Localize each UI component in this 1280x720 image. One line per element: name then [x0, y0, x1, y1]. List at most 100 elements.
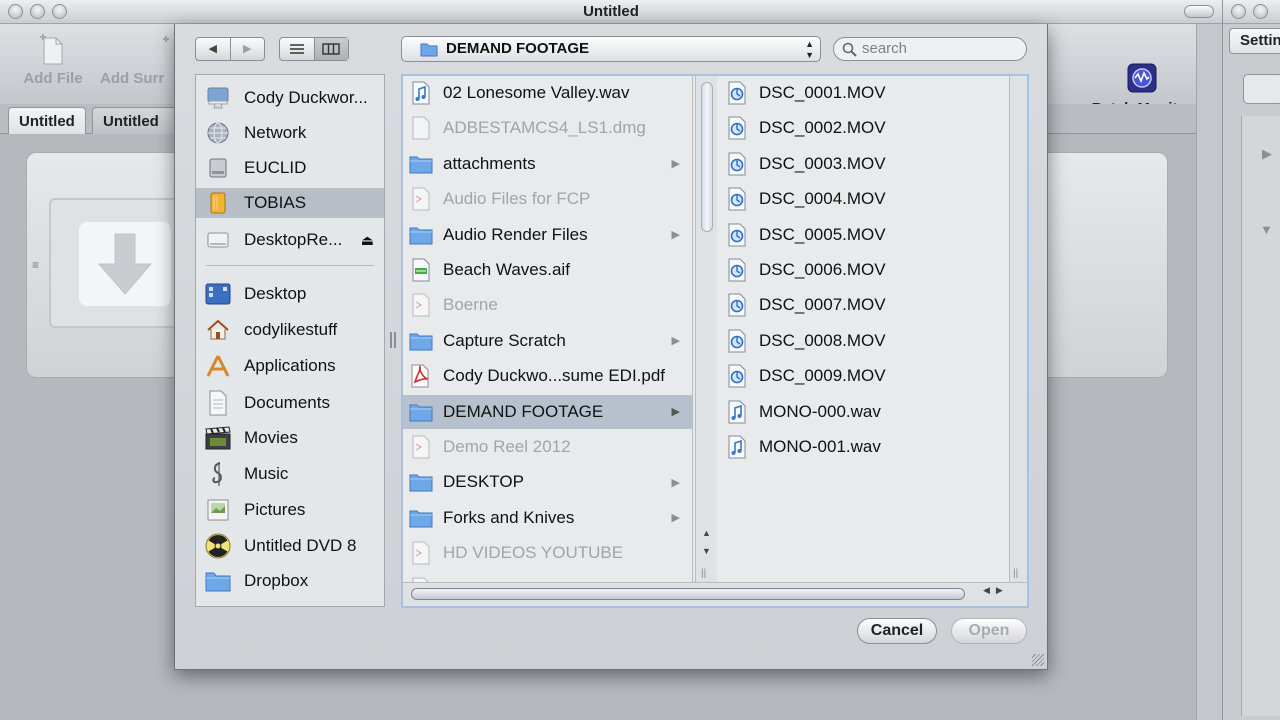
pictures-icon: [204, 497, 232, 523]
file-item[interactable]: DSC_0006.MOV: [719, 253, 1009, 287]
file-item[interactable]: DSC_0001.MOV: [719, 76, 1009, 110]
column-1-scrollbar[interactable]: ▲ ▼ ||: [695, 76, 717, 582]
file-item[interactable]: Beach Waves.aif: [403, 253, 692, 287]
disclosure-arrow-icon: ▶: [671, 512, 680, 525]
pane-divider[interactable]: [1196, 24, 1222, 720]
tab-untitled[interactable]: Untitled: [8, 107, 86, 134]
cancel-button[interactable]: Cancel: [857, 618, 937, 644]
file-item[interactable]: Cody Duckwo...sume EDI.pdf: [403, 359, 692, 393]
back-button[interactable]: ◀: [196, 38, 231, 60]
tab-settings-label: Settin: [1240, 32, 1280, 49]
document-icon: [409, 186, 433, 212]
file-item[interactable]: Demo Reel 2012: [403, 430, 692, 464]
list-view-button[interactable]: [280, 38, 315, 60]
disclosure-down-icon[interactable]: ▼: [1260, 222, 1273, 237]
folder-item[interactable]: DESKTOP ▶: [403, 465, 692, 499]
sidebar-item-network[interactable]: Network: [196, 118, 384, 148]
toolbar-toggle-button[interactable]: [1184, 5, 1214, 18]
item-label: HD VIDEOS YOUTUBE: [443, 543, 624, 563]
file-item[interactable]: MONO-001.wav: [719, 430, 1009, 464]
tab-untitled-2[interactable]: Untitled 2: [92, 107, 182, 134]
item-label: attachments: [443, 153, 536, 173]
sidebar-item-label: Documents: [244, 393, 330, 412]
file-item[interactable]: DSC_0005.MOV: [719, 218, 1009, 252]
column-resize-handle[interactable]: ||: [1013, 568, 1018, 579]
quicktime-movie-icon: [725, 151, 749, 177]
sidebar-item-movies[interactable]: Movies: [196, 423, 384, 453]
horizontal-scroll-thumb[interactable]: [411, 588, 965, 600]
file-item[interactable]: DSC_0007.MOV: [719, 288, 1009, 322]
folder-item[interactable]: Audio Render Files ▶: [403, 218, 692, 252]
item-label: DSC_0002.MOV: [759, 118, 886, 138]
settings-folder-button[interactable]: [1243, 74, 1280, 104]
resize-grip-icon[interactable]: [1032, 654, 1044, 666]
sidebar-item-desktop[interactable]: Desktop: [196, 279, 384, 309]
column-1-scroll-thumb[interactable]: [701, 82, 713, 232]
search-field[interactable]: search: [833, 37, 1027, 61]
sidebar-item-dropbox[interactable]: Dropbox: [196, 566, 384, 596]
eject-icon[interactable]: ⏏: [361, 232, 374, 249]
window-titlebar: Untitled: [0, 0, 1222, 24]
forward-button[interactable]: ▶: [231, 38, 265, 60]
folder-icon: [409, 328, 433, 354]
folder-item[interactable]: Forks and Knives ▶: [403, 501, 692, 535]
file-item[interactable]: Boerne: [403, 288, 692, 322]
add-file-button[interactable]: Add File: [18, 24, 88, 87]
file-item[interactable]: DSC_0009.MOV: [719, 359, 1009, 393]
sidebar-item-codylikestuff[interactable]: codylikestuff: [196, 315, 384, 345]
file-item[interactable]: DSC_0003.MOV: [719, 147, 1009, 181]
file-item[interactable]: DSC_0002.MOV: [719, 111, 1009, 145]
disclosure-arrow-icon: ▶: [671, 229, 680, 242]
scroll-down-arrow-icon[interactable]: ▼: [702, 546, 711, 556]
sidebar-item-untitled-dvd[interactable]: Untitled DVD 8: [196, 531, 384, 561]
file-item[interactable]: DSC_0004.MOV: [719, 182, 1009, 216]
folder-item[interactable]: DEMAND FOOTAGE ▶: [403, 394, 692, 429]
zoom-window-button[interactable]: [52, 4, 67, 19]
sidebar-item-pictures[interactable]: Pictures: [196, 495, 384, 525]
horizontal-scrollbar[interactable]: ◀▶: [403, 582, 1027, 606]
sidebar-item-music[interactable]: Music: [196, 459, 384, 489]
item-label: Audio Render Files: [443, 224, 588, 244]
sidebar-item-tobias[interactable]: TOBIAS: [196, 188, 384, 218]
disclosure-right-icon[interactable]: ▶: [1262, 146, 1272, 162]
add-surround-button[interactable]: Add Surr: [100, 24, 176, 87]
file-item[interactable]: How to assig...ortcuts in FCP: [403, 572, 692, 582]
sidebar-item-euclid[interactable]: EUCLID: [196, 153, 384, 183]
sidebar-item-cody-duckworth[interactable]: Cody Duckwor...: [196, 83, 384, 113]
minimize-window-button[interactable]: [30, 4, 45, 19]
item-label: Boerne: [443, 295, 498, 315]
sidebar-item-documents[interactable]: Documents: [196, 388, 384, 418]
sidebar-item-desktopre[interactable]: DesktopRe... ⏏: [196, 225, 384, 255]
drop-arrow-icon: [79, 222, 171, 306]
file-item[interactable]: DSC_0008.MOV: [719, 324, 1009, 358]
document-icon: [409, 292, 433, 318]
item-label: DSC_0009.MOV: [759, 366, 886, 386]
file-item[interactable]: 02 Lonesome Valley.wav: [403, 76, 692, 110]
inspector-minimize-button[interactable]: [1253, 4, 1268, 19]
column-2-scrollbar[interactable]: ||: [1009, 76, 1027, 582]
sidebar-item-label: Music: [244, 464, 289, 483]
file-item[interactable]: ADBESTAMCS4_LS1.dmg: [403, 111, 692, 145]
scroll-up-arrow-icon[interactable]: ▲: [702, 528, 711, 538]
inspector-close-button[interactable]: [1231, 4, 1246, 19]
drag-grip-icon[interactable]: ≡: [32, 258, 39, 272]
disclosure-arrow-icon: ▶: [671, 406, 680, 419]
tab-settings[interactable]: Settin: [1229, 28, 1280, 54]
column-view-button[interactable]: [314, 38, 348, 60]
sidebar-resize-handle[interactable]: [390, 332, 396, 348]
folder-item[interactable]: Capture Scratch ▶: [403, 324, 692, 358]
path-popup[interactable]: DEMAND FOOTAGE ▲ ▼: [401, 36, 821, 62]
audio-file-icon: [409, 80, 433, 106]
sidebar-item-applications[interactable]: Applications: [196, 351, 384, 381]
scroll-left-right-arrows-icon[interactable]: ◀▶: [983, 585, 1009, 596]
file-item[interactable]: HD VIDEOS YOUTUBE: [403, 536, 692, 570]
folder-item[interactable]: attachments ▶: [403, 147, 692, 181]
file-item[interactable]: Audio Files for FCP: [403, 182, 692, 216]
column-view-icon: [322, 43, 340, 55]
close-window-button[interactable]: [8, 4, 23, 19]
open-button[interactable]: Open: [951, 618, 1027, 644]
settings-list: ▶ ▼: [1241, 116, 1280, 716]
file-item[interactable]: MONO-000.wav: [719, 395, 1009, 429]
column-resize-handle[interactable]: ||: [701, 568, 706, 579]
item-label: DSC_0003.MOV: [759, 153, 886, 173]
